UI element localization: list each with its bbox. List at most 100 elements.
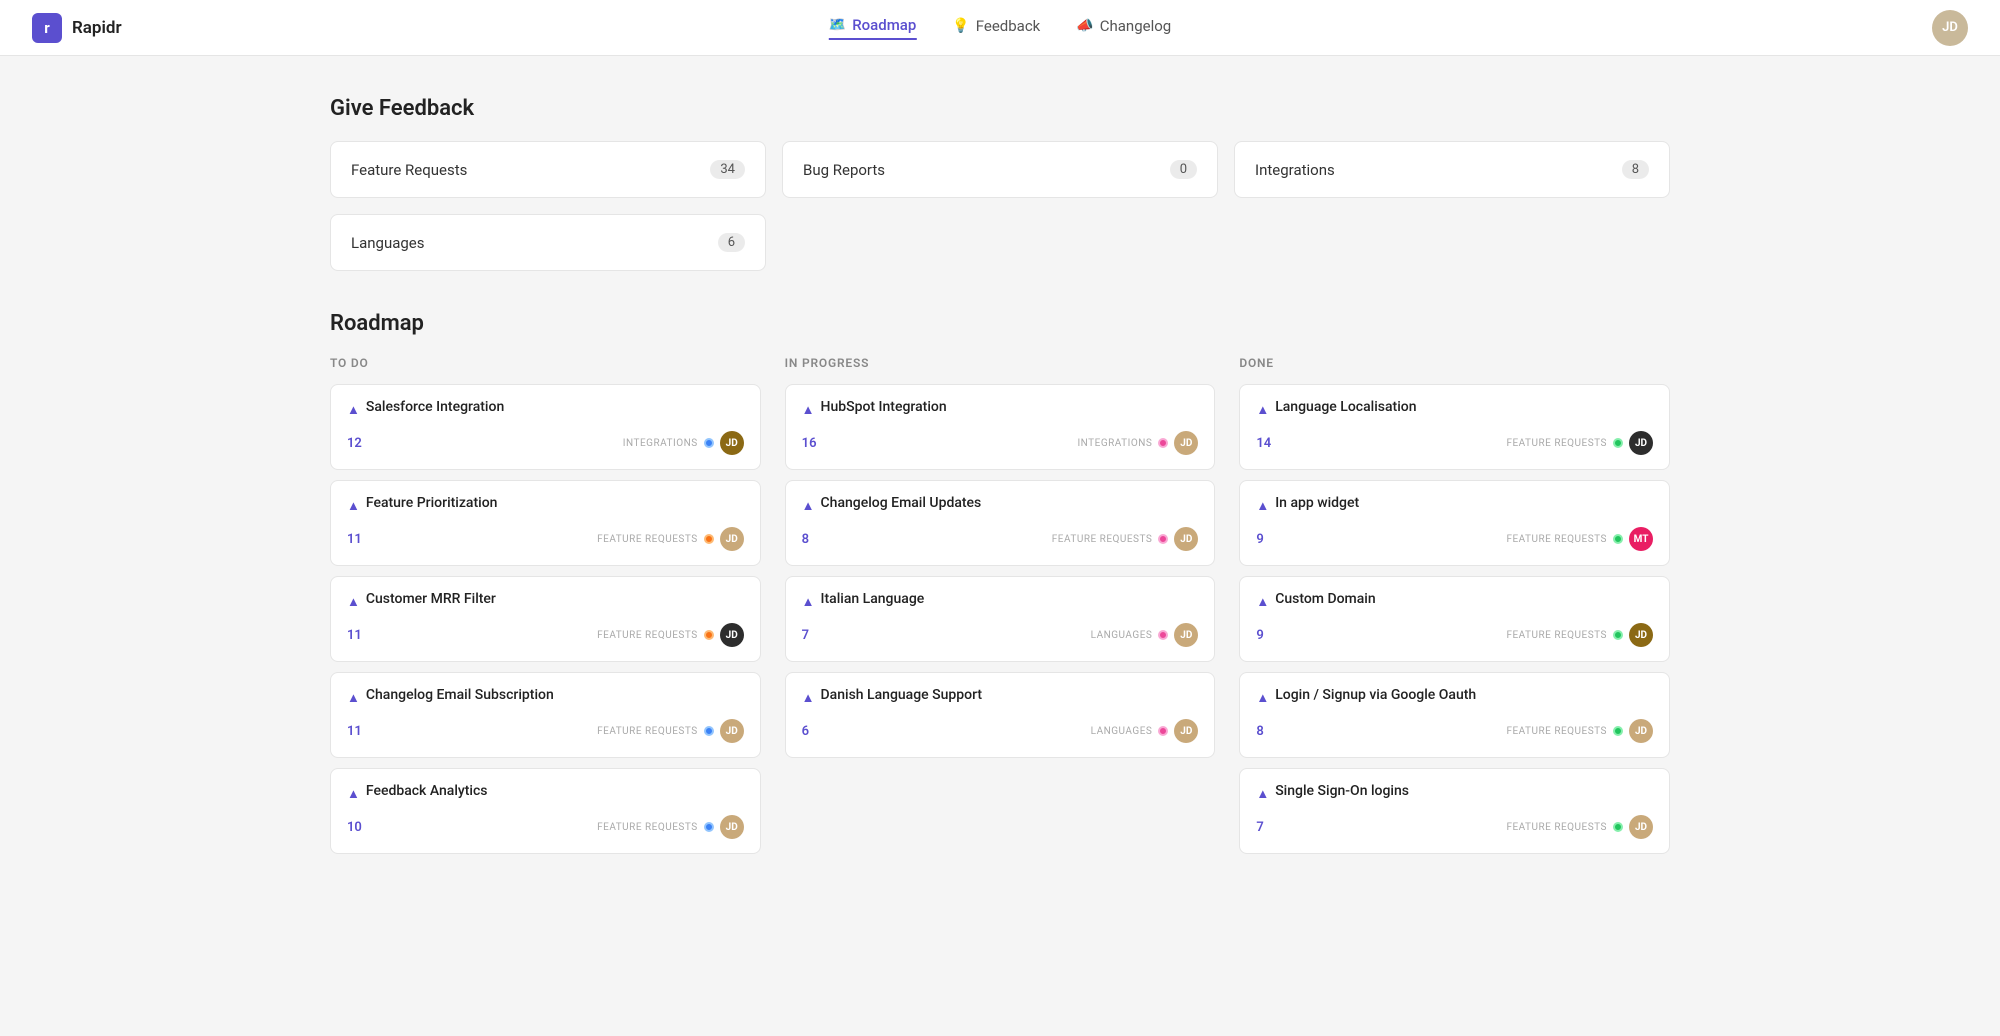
card-cd-meta-right: FEATURE REQUESTS JD	[1506, 623, 1653, 647]
nav-roadmap[interactable]: 🗺️ Roadmap	[829, 16, 917, 40]
card-hubspot[interactable]: ▲ HubSpot Integration 16 INTEGRATIONS JD	[785, 384, 1216, 470]
card-mrr-tag: FEATURE REQUESTS	[597, 630, 698, 641]
card-language-localisation[interactable]: ▲ Language Localisation 14 FEATURE REQUE…	[1239, 384, 1670, 470]
card-danish-language[interactable]: ▲ Danish Language Support 6 LANGUAGES JD	[785, 672, 1216, 758]
card-changelog-email-updates[interactable]: ▲ Changelog Email Updates 8 FEATURE REQU…	[785, 480, 1216, 566]
card-sso-avatar: JD	[1629, 815, 1653, 839]
feedback-card-languages[interactable]: Languages 6	[330, 214, 766, 271]
card-salesforce-votes: 12	[347, 436, 362, 451]
column-todo-label: TO DO	[330, 356, 761, 370]
card-danish-votes: 6	[802, 724, 809, 739]
column-done: DONE ▲ Language Localisation 14 FEATURE …	[1239, 356, 1670, 854]
changelog-icon: 📣	[1076, 18, 1093, 34]
card-fa-meta: 10 FEATURE REQUESTS JD	[347, 815, 744, 839]
card-cd-votes: 9	[1256, 628, 1263, 643]
card-ceu-top: ▲ Changelog Email Updates	[802, 495, 1199, 517]
card-mrr-avatar: JD	[720, 623, 744, 647]
column-inprogress-label: IN PROGRESS	[785, 356, 1216, 370]
card-sso-title: Single Sign-On logins	[1275, 783, 1409, 799]
card-cd-meta: 9 FEATURE REQUESTS JD	[1256, 623, 1653, 647]
card-danish-top: ▲ Danish Language Support	[802, 687, 1199, 709]
card-sso-meta: 7 FEATURE REQUESTS JD	[1256, 815, 1653, 839]
upvote-chevron: ▲	[1256, 594, 1269, 610]
card-italian-language[interactable]: ▲ Italian Language 7 LANGUAGES JD	[785, 576, 1216, 662]
feedback-icon: 💡	[952, 18, 969, 34]
status-dot	[1158, 438, 1168, 448]
card-salesforce-meta-right: INTEGRATIONS JD	[623, 431, 744, 455]
feedback-card-bug-reports[interactable]: Bug Reports 0	[782, 141, 1218, 198]
card-ll-avatar: JD	[1629, 431, 1653, 455]
column-todo-cards: ▲ Salesforce Integration 12 INTEGRATIONS…	[330, 384, 761, 854]
card-google-oauth[interactable]: ▲ Login / Signup via Google Oauth 8 FEAT…	[1239, 672, 1670, 758]
card-in-app-widget[interactable]: ▲ In app widget 9 FEATURE REQUESTS MT	[1239, 480, 1670, 566]
main-content: Give Feedback Feature Requests 34 Bug Re…	[250, 56, 1750, 894]
card-ceu-avatar: JD	[1174, 527, 1198, 551]
nav-feedback[interactable]: 💡 Feedback	[952, 17, 1040, 39]
status-dot	[1158, 726, 1168, 736]
card-italian-meta: 7 LANGUAGES JD	[802, 623, 1199, 647]
card-sso-logins[interactable]: ▲ Single Sign-On logins 7 FEATURE REQUES…	[1239, 768, 1670, 854]
card-danish-avatar: JD	[1174, 719, 1198, 743]
card-ceu-votes: 8	[802, 532, 809, 547]
card-hubspot-title: HubSpot Integration	[821, 399, 947, 415]
nav-changelog[interactable]: 📣 Changelog	[1076, 17, 1171, 39]
card-feature-prio-meta: 11 FEATURE REQUESTS JD	[347, 527, 744, 551]
card-ces-votes: 11	[347, 724, 362, 739]
user-avatar[interactable]: JD	[1932, 10, 1968, 46]
card-go-tag: FEATURE REQUESTS	[1506, 726, 1607, 737]
logo-area: r Rapidr	[32, 13, 122, 43]
feedback-card-feature-requests[interactable]: Feature Requests 34	[330, 141, 766, 198]
upvote-chevron: ▲	[802, 402, 815, 418]
column-done-cards: ▲ Language Localisation 14 FEATURE REQUE…	[1239, 384, 1670, 854]
card-iaw-votes: 9	[1256, 532, 1263, 547]
card-italian-votes: 7	[802, 628, 809, 643]
feedback-card-integrations[interactable]: Integrations 8	[1234, 141, 1670, 198]
card-iaw-meta-right: FEATURE REQUESTS MT	[1506, 527, 1653, 551]
card-feature-prio-avatar: JD	[720, 527, 744, 551]
roadmap-grid: TO DO ▲ Salesforce Integration 12 INTEGR…	[330, 356, 1670, 854]
feedback-label-integrations: Integrations	[1255, 161, 1335, 179]
card-ces-title: Changelog Email Subscription	[366, 687, 554, 703]
card-custom-domain[interactable]: ▲ Custom Domain 9 FEATURE REQUESTS JD	[1239, 576, 1670, 662]
card-cd-top: ▲ Custom Domain	[1256, 591, 1653, 613]
card-go-meta-right: FEATURE REQUESTS JD	[1506, 719, 1653, 743]
status-dot	[1613, 630, 1623, 640]
card-salesforce-integration[interactable]: ▲ Salesforce Integration 12 INTEGRATIONS…	[330, 384, 761, 470]
card-feature-prioritization[interactable]: ▲ Feature Prioritization 11 FEATURE REQU…	[330, 480, 761, 566]
card-customer-mrr[interactable]: ▲ Customer MRR Filter 11 FEATURE REQUEST…	[330, 576, 761, 662]
status-dot	[704, 822, 714, 832]
card-hubspot-votes: 16	[802, 436, 817, 451]
card-cd-tag: FEATURE REQUESTS	[1506, 630, 1607, 641]
card-danish-meta-right: LANGUAGES JD	[1091, 719, 1199, 743]
card-italian-title: Italian Language	[821, 591, 925, 607]
feedback-count-feature-requests: 34	[710, 160, 745, 179]
upvote-chevron: ▲	[1256, 786, 1269, 802]
card-mrr-meta: 11 FEATURE REQUESTS JD	[347, 623, 744, 647]
card-iaw-top: ▲ In app widget	[1256, 495, 1653, 517]
card-danish-tag: LANGUAGES	[1091, 726, 1153, 737]
card-cd-avatar: JD	[1629, 623, 1653, 647]
card-fa-title: Feedback Analytics	[366, 783, 488, 799]
roadmap-section: Roadmap TO DO ▲ Salesforce Integration 1…	[330, 311, 1670, 854]
upvote-chevron: ▲	[347, 690, 360, 706]
feedback-count-languages: 6	[718, 233, 745, 252]
card-ll-tag: FEATURE REQUESTS	[1506, 438, 1607, 449]
status-dot	[1613, 534, 1623, 544]
card-ceu-meta-right: FEATURE REQUESTS JD	[1052, 527, 1199, 551]
roadmap-icon: 🗺️	[829, 17, 846, 33]
card-mrr-votes: 11	[347, 628, 362, 643]
upvote-chevron: ▲	[347, 498, 360, 514]
card-ces-meta: 11 FEATURE REQUESTS JD	[347, 719, 744, 743]
upvote-chevron: ▲	[1256, 402, 1269, 418]
card-ll-meta-right: FEATURE REQUESTS JD	[1506, 431, 1653, 455]
card-feature-prio-meta-right: FEATURE REQUESTS JD	[597, 527, 744, 551]
card-hubspot-avatar: JD	[1174, 431, 1198, 455]
card-ll-meta: 14 FEATURE REQUESTS JD	[1256, 431, 1653, 455]
card-mrr-meta-right: FEATURE REQUESTS JD	[597, 623, 744, 647]
card-changelog-email-sub[interactable]: ▲ Changelog Email Subscription 11 FEATUR…	[330, 672, 761, 758]
card-salesforce-top: ▲ Salesforce Integration	[347, 399, 744, 421]
card-feedback-analytics[interactable]: ▲ Feedback Analytics 10 FEATURE REQUESTS…	[330, 768, 761, 854]
card-salesforce-meta: 12 INTEGRATIONS JD	[347, 431, 744, 455]
card-italian-meta-right: LANGUAGES JD	[1091, 623, 1199, 647]
feedback-count-bug-reports: 0	[1170, 160, 1197, 179]
